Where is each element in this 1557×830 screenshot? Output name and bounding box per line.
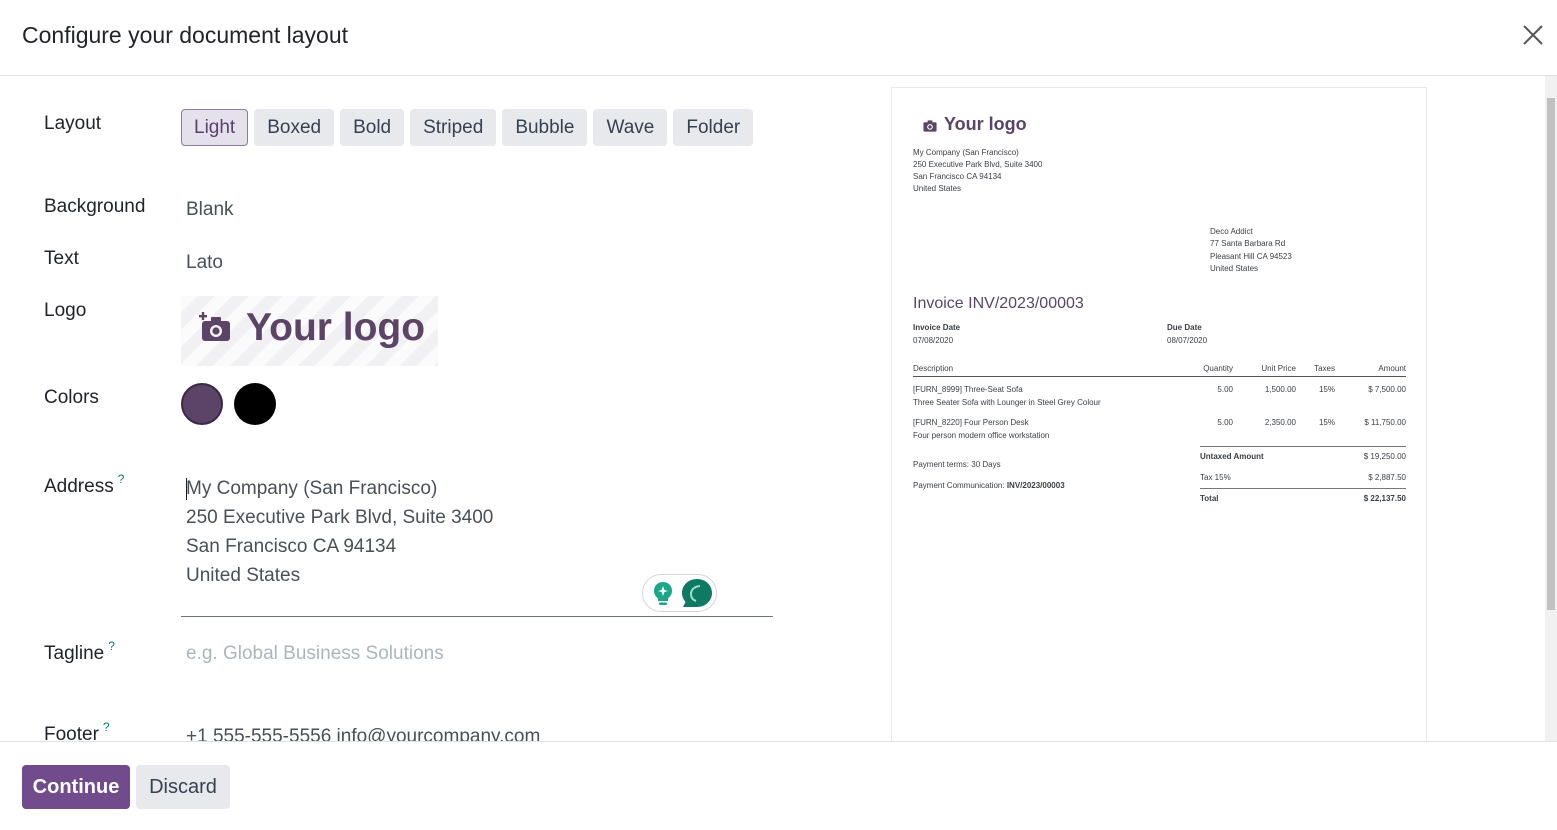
layout-option-bold[interactable]: Bold bbox=[340, 109, 405, 146]
preview-header-rule bbox=[913, 376, 1406, 377]
secondary-color-picker[interactable] bbox=[234, 383, 276, 425]
address-help-icon[interactable]: ? bbox=[118, 472, 125, 486]
preview-col-taxes: Taxes bbox=[1314, 364, 1335, 373]
layout-option-striped[interactable]: Striped bbox=[410, 109, 497, 146]
tagline-label: Tagline? bbox=[44, 639, 115, 664]
logo-label: Logo bbox=[44, 300, 87, 321]
address-line: My Company (San Francisco) bbox=[186, 478, 438, 499]
layout-options: Light Boxed Bold Striped Bubble Wave Fol… bbox=[181, 109, 754, 146]
continue-button[interactable]: Continue bbox=[22, 765, 130, 809]
dialog-body: Layout Light Boxed Bold Striped Bubble W… bbox=[0, 76, 1557, 741]
font-select[interactable]: Lato bbox=[186, 252, 223, 274]
address-label: Address? bbox=[44, 472, 125, 497]
tagline-input[interactable] bbox=[186, 643, 766, 665]
layout-option-folder[interactable]: Folder bbox=[673, 109, 754, 146]
layout-option-wave[interactable]: Wave bbox=[593, 109, 668, 146]
preview-customer-line: United States bbox=[1210, 264, 1259, 273]
preview-row-qty: 5.00 bbox=[1217, 385, 1233, 394]
preview-total-rule bbox=[1200, 488, 1406, 489]
preview-tax-value: $ 2,887.50 bbox=[1368, 473, 1406, 482]
preview-invoice-date: 07/08/2020 bbox=[913, 336, 954, 345]
preview-company-line: 250 Executive Park Blvd, Suite 3400 bbox=[913, 160, 1043, 169]
preview-company-line: United States bbox=[913, 184, 962, 193]
address-line: 250 Executive Park Blvd, Suite 3400 bbox=[186, 507, 494, 528]
preview-totals-rule bbox=[1200, 446, 1406, 447]
preview-due-date: 08/07/2020 bbox=[1167, 336, 1208, 345]
layout-option-light[interactable]: Light bbox=[181, 109, 249, 146]
address-line: San Francisco CA 94134 bbox=[186, 536, 397, 557]
primary-color-picker[interactable] bbox=[181, 383, 223, 425]
colors-label: Colors bbox=[44, 387, 99, 408]
preview-row-amount: $ 11,750.00 bbox=[1364, 418, 1406, 427]
preview-total-label: Total bbox=[1200, 494, 1219, 503]
preview-company-line: My Company (San Francisco) bbox=[913, 148, 1019, 157]
tagline-help-icon[interactable]: ? bbox=[108, 639, 115, 653]
preview-row-desc: [FURN_8220] Four Person Desk bbox=[913, 418, 1029, 427]
text-label: Text bbox=[44, 248, 79, 269]
preview-row-tax: 15% bbox=[1318, 385, 1335, 394]
preview-invoice-title: Invoice INV/2023/00003 bbox=[913, 295, 1084, 312]
preview-total-value: $ 22,137.50 bbox=[1363, 494, 1406, 503]
preview-payment-terms: Payment terms: 30 Days bbox=[913, 460, 1001, 469]
preview-customer-line: 77 Santa Barbara Rd bbox=[1210, 239, 1286, 248]
document-preview: Your logo My Company (San Francisco) 250… bbox=[891, 87, 1427, 741]
discard-button[interactable]: Discard bbox=[136, 765, 230, 809]
preview-logo-text: Your logo bbox=[944, 114, 1027, 134]
close-icon[interactable] bbox=[1519, 21, 1547, 49]
preview-customer-line: Deco Addict bbox=[1210, 227, 1253, 236]
preview-row-amount: $ 7,500.00 bbox=[1368, 385, 1406, 394]
address-field[interactable]: My Company (San Francisco) 250 Executive… bbox=[181, 472, 773, 617]
footer-help-icon[interactable]: ? bbox=[103, 720, 110, 734]
dialog-footer: Continue Discard bbox=[0, 741, 1557, 830]
layout-option-boxed[interactable]: Boxed bbox=[254, 109, 335, 146]
preview-row-desc: [FURN_8999] Three-Seat Sofa bbox=[913, 385, 1023, 394]
preview-invoice-date-label: Invoice Date bbox=[913, 323, 961, 332]
dialog-header: Configure your document layout bbox=[0, 0, 1557, 76]
layout-option-bubble[interactable]: Bubble bbox=[502, 109, 588, 146]
preview-company-line: San Francisco CA 94134 bbox=[913, 172, 1002, 181]
background-select[interactable]: Blank bbox=[186, 199, 234, 221]
preview-row-tax: 15% bbox=[1318, 418, 1335, 427]
scrollbar-thumb[interactable] bbox=[1547, 98, 1555, 610]
preview-row-price: 1,500.00 bbox=[1264, 385, 1296, 394]
dialog-title: Configure your document layout bbox=[22, 22, 349, 48]
address-line: United States bbox=[186, 565, 301, 586]
lightbulb-icon[interactable] bbox=[652, 581, 674, 607]
preview-col-amount: Amount bbox=[1378, 364, 1406, 373]
preview-customer-line: Pleasant Hill CA 94523 bbox=[1210, 252, 1292, 261]
logo-placeholder-text: Your logo bbox=[246, 306, 426, 349]
preview-row-price: 2,350.00 bbox=[1264, 418, 1296, 427]
preview-payment-communication: Payment Communication: INV/2023/00003 bbox=[913, 481, 1065, 490]
footer-field[interactable]: +1 555-555-5556 info@yourcompany.com bbox=[186, 726, 540, 741]
vertical-scrollbar[interactable] bbox=[1545, 76, 1557, 741]
footer-label: Footer? bbox=[44, 720, 110, 741]
preview-untaxed-label: Untaxed Amount bbox=[1200, 452, 1264, 461]
camera-plus-icon bbox=[923, 120, 937, 132]
chat-bubble-icon[interactable] bbox=[681, 578, 713, 609]
preview-col-unit-price: Unit Price bbox=[1261, 364, 1296, 373]
logo-upload[interactable]: Your logo bbox=[181, 296, 438, 366]
preview-due-date-label: Due Date bbox=[1167, 323, 1202, 332]
camera-plus-icon bbox=[199, 312, 230, 341]
assistant-widget[interactable] bbox=[642, 574, 717, 612]
preview-row-qty: 5.00 bbox=[1217, 418, 1233, 427]
background-label: Background bbox=[44, 196, 146, 217]
preview-row-sub: Three Seater Sofa with Lounger in Steel … bbox=[913, 398, 1101, 407]
preview-col-quantity: Quantity bbox=[1203, 364, 1233, 373]
preview-untaxed-value: $ 19,250.00 bbox=[1363, 452, 1406, 461]
preview-tax-label: Tax 15% bbox=[1200, 473, 1231, 482]
preview-row-sub: Four person modern office workstation bbox=[913, 431, 1050, 440]
preview-col-description: Description bbox=[913, 364, 954, 373]
layout-label: Layout bbox=[44, 113, 102, 134]
